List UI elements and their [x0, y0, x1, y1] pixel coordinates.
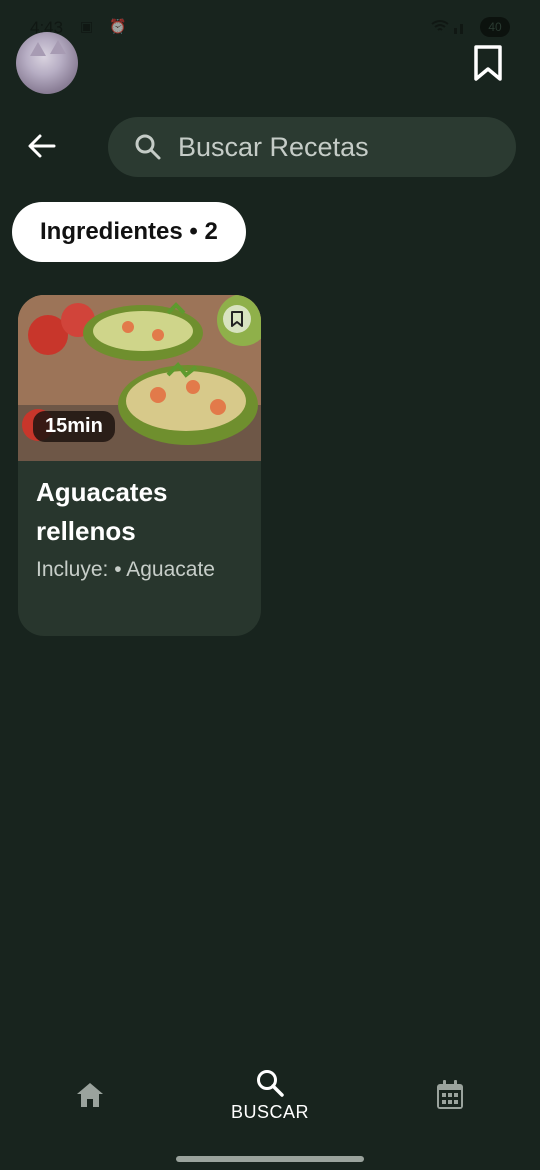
back-arrow-icon[interactable]: [24, 128, 60, 164]
bookmark-icon: [231, 311, 243, 327]
ingredients-filter-chip[interactable]: Ingredientes • 2: [12, 202, 246, 262]
search-icon: [135, 134, 161, 160]
recipe-card[interactable]: 15min Aguacates rellenos Incluye: • Agua…: [18, 295, 261, 636]
search-input[interactable]: Buscar Recetas: [108, 117, 516, 177]
home-indicator[interactable]: [176, 1156, 364, 1162]
nav-search-label: BUSCAR: [230, 1101, 309, 1122]
status-right: 40: [430, 17, 510, 37]
wifi-signal-icon: [431, 20, 463, 34]
status-bar: 4:43 ▣ ⏰ 40: [0, 0, 540, 56]
avatar-ear: [50, 40, 66, 54]
avatar-ear: [30, 42, 46, 56]
calendar-icon: [437, 1080, 463, 1109]
bottom-navigation: BUSCAR: [0, 1050, 540, 1170]
nav-search[interactable]: BUSCAR: [180, 1050, 360, 1140]
card-bookmark-button[interactable]: [223, 305, 251, 333]
battery-icon: 40: [480, 17, 510, 37]
recipe-ingredients: Incluye: • Aguacate: [36, 558, 215, 581]
cook-time-badge: 15min: [33, 411, 115, 442]
nav-calendar[interactable]: [360, 1050, 540, 1140]
avatar[interactable]: [16, 32, 78, 94]
search-placeholder: Buscar Recetas: [178, 131, 369, 162]
bookmark-icon[interactable]: [470, 44, 506, 82]
recipe-image: 15min: [18, 295, 261, 461]
nav-home[interactable]: [0, 1050, 180, 1140]
recipe-title: Aguacates rellenos: [36, 477, 168, 546]
status-notification-icons: ▣ ⏰: [80, 18, 133, 34]
home-icon: [77, 1083, 103, 1107]
search-icon: [257, 1069, 284, 1097]
